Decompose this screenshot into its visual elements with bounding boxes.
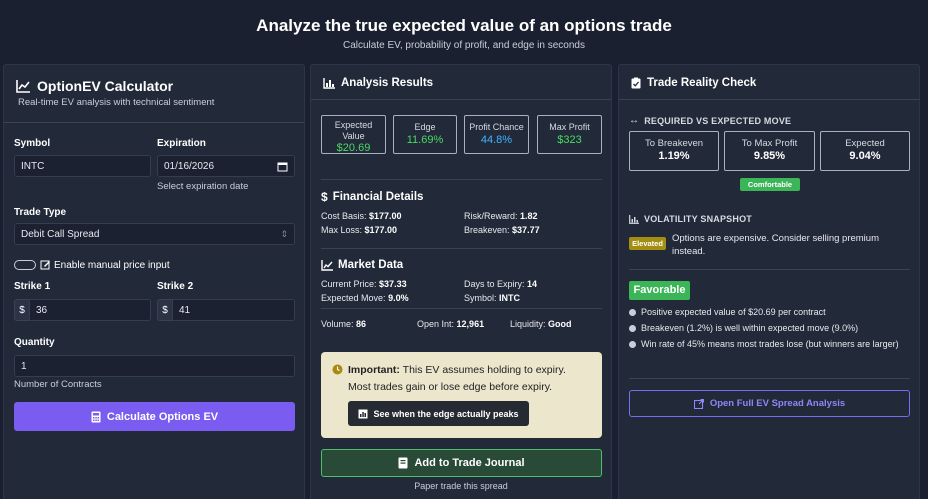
- volatility-snapshot-label: VOLATILITY SNAPSHOT: [629, 214, 752, 224]
- max-loss-row: Max Loss: $177.00: [321, 225, 398, 235]
- comfortable-badge: Comfortable: [740, 178, 800, 191]
- chart-line-icon: [16, 79, 31, 93]
- divider: [629, 378, 910, 379]
- expiration-hint: Select expiration date: [157, 181, 249, 192]
- to-breakeven-box: To Breakeven 1.19%: [629, 131, 719, 171]
- expiration-label: Expiration: [157, 138, 206, 149]
- reality-title: Trade Reality Check: [631, 77, 756, 89]
- trade-type-select[interactable]: Debit Call Spread ⇕: [14, 223, 295, 245]
- external-link-icon: [693, 398, 704, 409]
- manual-price-toggle[interactable]: [14, 260, 36, 270]
- expected-move-box: Expected 9.04%: [820, 131, 910, 171]
- page-subtitle: Calculate EV, probability of profit, and…: [342, 40, 585, 51]
- strike1-label: Strike 1: [14, 281, 51, 292]
- divider: [311, 99, 611, 100]
- risk-reward-row: Risk/Reward: 1.82: [464, 211, 538, 221]
- strike2-label: Strike 2: [157, 281, 194, 292]
- strike1-input[interactable]: 36: [29, 299, 151, 321]
- verdict-badge: Favorable: [629, 281, 690, 300]
- to-max-profit-box: To Max Profit 9.85%: [724, 131, 815, 171]
- verdict-bullet: Win rate of 45% means most trades lose (…: [629, 338, 910, 351]
- select-arrows-icon: ⇕: [280, 229, 288, 239]
- divider: [619, 99, 919, 100]
- edit-icon: [40, 259, 51, 270]
- page-header: Analyze the true expected value of an op…: [0, 0, 928, 62]
- currency-prefix: $: [14, 299, 30, 321]
- metric-expected-value: Expected Value $20.69: [321, 115, 386, 154]
- calculator-subtitle: Real-time EV analysis with technical sen…: [18, 97, 215, 108]
- book-icon: [398, 457, 408, 469]
- quantity-label: Quantity: [14, 337, 55, 348]
- divider: [629, 269, 910, 270]
- manual-price-label: Enable manual price input: [54, 260, 170, 271]
- metric-edge: Edge 11.69%: [393, 115, 457, 154]
- reality-check-panel: Trade Reality Check ↔ REQUIRED VS EXPECT…: [618, 64, 920, 499]
- calculator-icon: [91, 411, 101, 423]
- metric-profit-chance: Profit Chance 44.8%: [464, 115, 529, 154]
- required-vs-expected-label: ↔ REQUIRED VS EXPECTED MOVE: [629, 115, 792, 126]
- divider: [4, 122, 304, 123]
- elevated-badge: Elevated: [629, 237, 666, 250]
- current-price-row: Current Price: $37.33: [321, 279, 407, 289]
- clock-icon: [332, 364, 343, 375]
- expiration-input[interactable]: 01/16/2026: [157, 155, 295, 177]
- journal-hint: Paper trade this spread: [414, 481, 508, 491]
- important-label: Important:: [348, 364, 400, 376]
- volume-row: Volume: 86: [321, 319, 367, 329]
- full-analysis-button[interactable]: Open Full EV Spread Analysis: [629, 390, 910, 417]
- bar-chart-icon: [629, 214, 639, 224]
- symbol-input[interactable]: INTC: [14, 155, 151, 177]
- market-data-title: Market Data: [321, 259, 403, 271]
- important-text: This EV assumes holding to expiry.: [402, 364, 566, 376]
- cost-basis-row: Cost Basis: $177.00: [321, 211, 402, 221]
- important-text-2: Most trades gain or lose edge before exp…: [348, 381, 553, 393]
- trade-type-label: Trade Type: [14, 207, 67, 218]
- chart-line-icon: [321, 259, 333, 271]
- clipboard-check-icon: [631, 77, 641, 89]
- breakeven-row: Breakeven: $37.77: [464, 225, 540, 235]
- bar-chart-icon: [323, 77, 335, 89]
- symbol-row: Symbol: INTC: [464, 293, 521, 303]
- volatility-text: Options are expensive. Consider selling …: [672, 233, 879, 244]
- calculate-button[interactable]: Calculate Options EV: [14, 402, 295, 431]
- divider: [321, 308, 602, 309]
- calculator-panel: OptionEV Calculator Real-time EV analysi…: [3, 64, 305, 499]
- financial-details-title: $ Financial Details: [321, 190, 424, 204]
- calendar-icon[interactable]: [277, 161, 288, 172]
- expected-move-row: Expected Move: 9.0%: [321, 293, 409, 303]
- divider: [321, 248, 602, 249]
- results-panel: Analysis Results Expected Value $20.69 E…: [310, 64, 612, 499]
- liquidity-row: Liquidity: Good: [510, 319, 572, 329]
- divider: [321, 179, 602, 180]
- days-to-expiry-row: Days to Expiry: 14: [464, 279, 538, 289]
- quantity-hint: Number of Contracts: [14, 379, 102, 390]
- currency-prefix: $: [157, 299, 173, 321]
- verdict-bullet: Positive expected value of $20.69 per co…: [629, 306, 910, 319]
- dollar-icon: $: [321, 190, 328, 204]
- verdict-bullet: Breakeven (1.2%) is well within expected…: [629, 322, 910, 335]
- results-title: Analysis Results: [323, 77, 433, 89]
- metric-max-profit: Max Profit $323: [537, 115, 602, 154]
- arrows-horizontal-icon: ↔: [629, 115, 640, 126]
- chart-icon: [358, 409, 368, 419]
- strike2-input[interactable]: 41: [172, 299, 295, 321]
- open-interest-row: Open Int: 12,961: [417, 319, 485, 329]
- page-title: Analyze the true expected value of an op…: [256, 16, 672, 35]
- symbol-label: Symbol: [14, 138, 51, 149]
- volatility-text-2: instead.: [672, 246, 706, 257]
- add-to-journal-button[interactable]: Add to Trade Journal: [321, 449, 602, 477]
- important-note: Important: This EV assumes holding to ex…: [321, 352, 602, 438]
- quantity-input[interactable]: 1: [14, 355, 295, 377]
- calculator-title: OptionEV Calculator: [16, 78, 173, 94]
- edge-peak-button[interactable]: See when the edge actually peaks: [348, 401, 529, 426]
